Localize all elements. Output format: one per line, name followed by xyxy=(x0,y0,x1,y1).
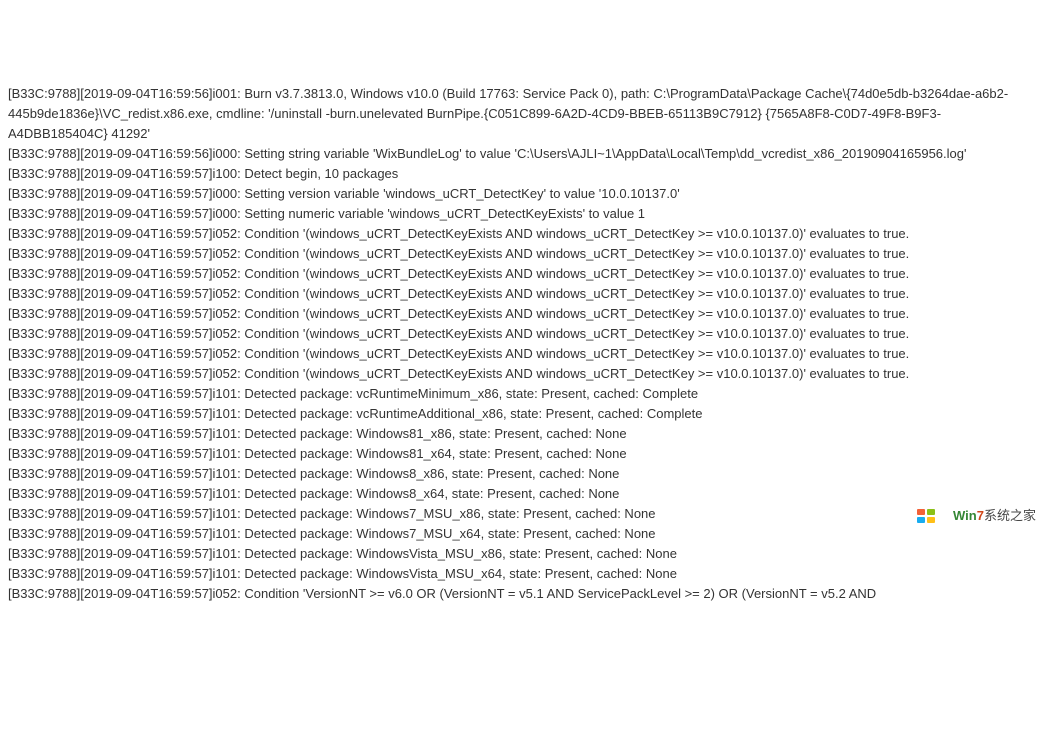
log-line: [B33C:9788][2019-09-04T16:59:57]i100: De… xyxy=(8,164,1036,184)
log-line: [B33C:9788][2019-09-04T16:59:57]i000: Se… xyxy=(8,184,1036,204)
log-line: [B33C:9788][2019-09-04T16:59:57]i052: Co… xyxy=(8,584,1036,604)
log-line: [B33C:9788][2019-09-04T16:59:57]i052: Co… xyxy=(8,304,1036,324)
log-line: [B33C:9788][2019-09-04T16:59:57]i052: Co… xyxy=(8,244,1036,264)
log-line: [B33C:9788][2019-09-04T16:59:57]i101: De… xyxy=(8,524,1036,544)
log-line: [B33C:9788][2019-09-04T16:59:56]i001: Bu… xyxy=(8,84,1036,144)
log-line: [B33C:9788][2019-09-04T16:59:57]i101: De… xyxy=(8,484,1036,504)
log-line: [B33C:9788][2019-09-04T16:59:57]i101: De… xyxy=(8,404,1036,424)
log-line: [B33C:9788][2019-09-04T16:59:57]i052: Co… xyxy=(8,344,1036,364)
watermark-rest: 系统之家 xyxy=(984,508,1036,523)
log-line: [B33C:9788][2019-09-04T16:59:57]i052: Co… xyxy=(8,364,1036,384)
log-output: [B33C:9788][2019-09-04T16:59:56]i001: Bu… xyxy=(8,84,1036,604)
watermark-win: Win xyxy=(953,508,977,523)
log-line: [B33C:9788][2019-09-04T16:59:57]i052: Co… xyxy=(8,264,1036,284)
windows-flag-icon xyxy=(917,509,935,523)
log-line: [B33C:9788][2019-09-04T16:59:57]i101: De… xyxy=(8,464,1036,484)
watermark: Win7系统之家 xyxy=(917,486,1036,546)
log-line: [B33C:9788][2019-09-04T16:59:57]i101: De… xyxy=(8,504,1036,524)
log-line: [B33C:9788][2019-09-04T16:59:57]i052: Co… xyxy=(8,284,1036,304)
watermark-seven: 7 xyxy=(977,508,984,523)
log-line: [B33C:9788][2019-09-04T16:59:57]i101: De… xyxy=(8,544,1036,564)
log-line: [B33C:9788][2019-09-04T16:59:57]i052: Co… xyxy=(8,324,1036,344)
log-line: [B33C:9788][2019-09-04T16:59:57]i101: De… xyxy=(8,424,1036,444)
log-line: [B33C:9788][2019-09-04T16:59:57]i052: Co… xyxy=(8,224,1036,244)
log-line: [B33C:9788][2019-09-04T16:59:57]i101: De… xyxy=(8,384,1036,404)
log-line: [B33C:9788][2019-09-04T16:59:57]i000: Se… xyxy=(8,204,1036,224)
log-line: [B33C:9788][2019-09-04T16:59:57]i101: De… xyxy=(8,444,1036,464)
log-line: [B33C:9788][2019-09-04T16:59:57]i101: De… xyxy=(8,564,1036,584)
log-line: [B33C:9788][2019-09-04T16:59:56]i000: Se… xyxy=(8,144,1036,164)
